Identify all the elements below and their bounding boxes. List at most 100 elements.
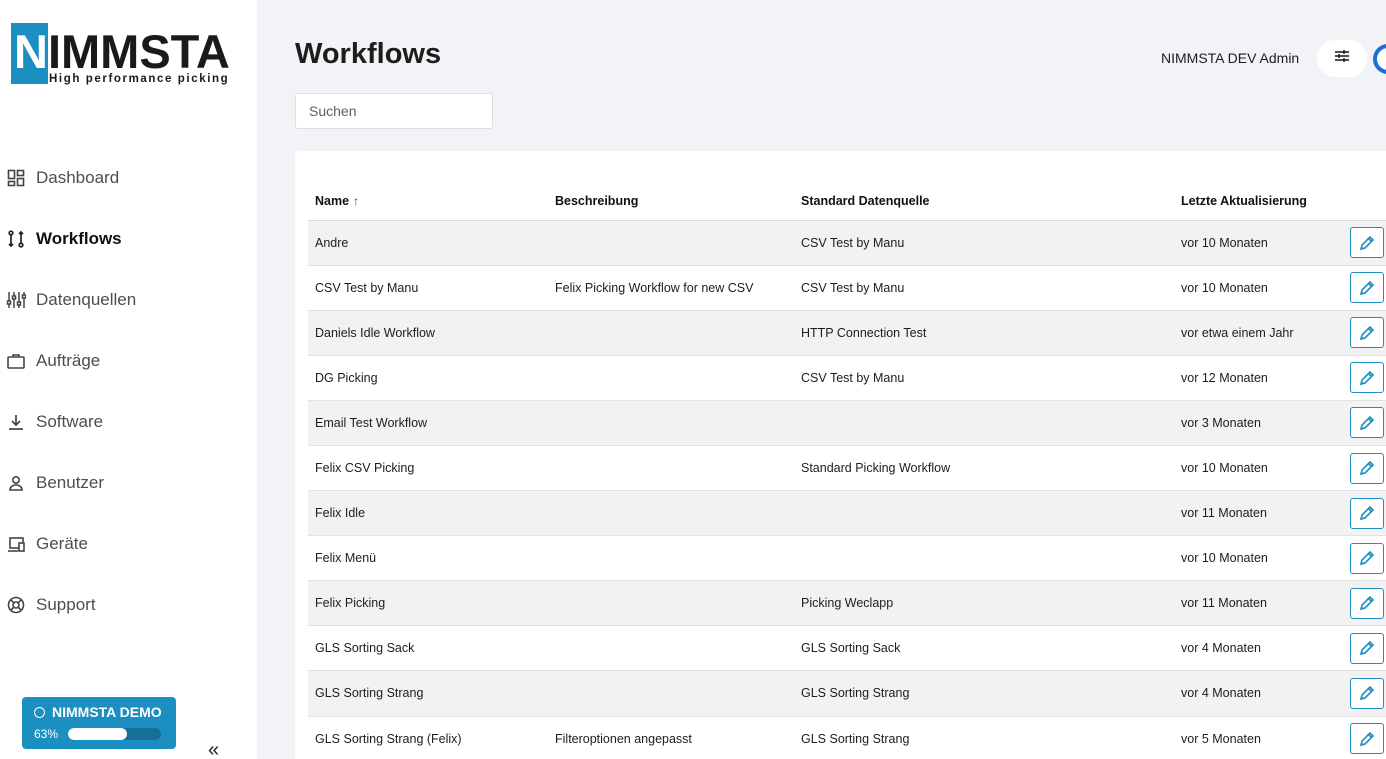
logo-wordmark: NIMMSTA [14, 25, 230, 78]
cell-updated: vor 11 Monaten [1174, 490, 1350, 537]
cell-name: Felix Picking [308, 580, 548, 627]
settings-button[interactable] [1317, 40, 1367, 77]
dashboard-icon [0, 168, 36, 188]
cell-actions [1350, 220, 1386, 266]
column-header-name-label: Name [315, 194, 350, 209]
cell-name: Felix CSV Picking [308, 445, 548, 492]
table-row[interactable]: GLS Sorting Strang (Felix) Filteroptionen… [308, 716, 1386, 759]
cell-actions [1350, 580, 1386, 627]
cell-description: Felix Picking Workflow for new CSV [548, 265, 794, 311]
sidebar-item-label: Aufträge [36, 351, 101, 370]
cell-updated: vor 12 Monaten [1174, 355, 1350, 401]
table-row[interactable]: Felix Picking Picking Weclapp vor 11 Monat… [308, 580, 1386, 627]
edit-button[interactable] [1350, 677, 1384, 709]
avatar[interactable] [1373, 44, 1386, 74]
pencil-icon [1358, 730, 1376, 748]
cell-source [794, 400, 1174, 446]
cell-updated: vor 10 Monaten [1174, 535, 1350, 582]
demo-environment-badge[interactable]: NIMMSTA DEMO 63% [22, 697, 176, 749]
table-row[interactable]: Andre CSV Test by Manu vor 10 Monaten [308, 220, 1386, 266]
column-header-name[interactable]: Name ↑ [308, 183, 548, 221]
cell-updated: vor 10 Monaten [1174, 220, 1350, 266]
briefcase-icon [0, 351, 36, 371]
search-input[interactable] [295, 93, 493, 129]
column-header-updated[interactable]: Letzte Aktualisierung [1174, 183, 1350, 221]
nimmsta-logo[interactable]: NIMMSTA High performance picking [11, 23, 237, 86]
pencil-icon [1358, 279, 1376, 297]
table-row[interactable]: CSV Test by Manu Felix Picking Workflow f… [308, 265, 1386, 311]
pencil-icon [1358, 594, 1376, 612]
sliders-icon [0, 290, 36, 310]
cell-actions [1350, 355, 1386, 401]
sidebar-item-software[interactable]: Software [0, 400, 257, 444]
cell-name: CSV Test by Manu [308, 265, 548, 311]
cell-source: GLS Sorting Strang [794, 716, 1174, 759]
cell-name: Felix Idle [308, 490, 548, 537]
demo-title-label: NIMMSTA DEMO [52, 704, 162, 720]
cell-name: Daniels Idle Workflow [308, 310, 548, 356]
table-row[interactable]: Daniels Idle Workflow HTTP Connection Tes… [308, 310, 1386, 356]
workflow-icon [0, 229, 36, 249]
edit-button[interactable] [1350, 542, 1384, 574]
collapse-sidebar-button[interactable]: « [208, 740, 219, 759]
cell-updated: vor 4 Monaten [1174, 670, 1350, 717]
user-icon [0, 473, 36, 493]
cell-description [548, 400, 794, 446]
settings-sliders-icon [1333, 47, 1351, 70]
user-name[interactable]: NIMMSTA DEV Admin [1161, 50, 1299, 66]
edit-button[interactable] [1350, 632, 1384, 664]
pencil-icon [1358, 459, 1376, 477]
sort-ascending-icon: ↑ [353, 194, 360, 209]
edit-button[interactable] [1350, 227, 1384, 259]
pencil-icon [1358, 369, 1376, 387]
table-row[interactable]: Email Test Workflow vor 3 Monaten [308, 400, 1386, 446]
sidebar-item-label: Datenquellen [36, 290, 137, 309]
cell-description: Filteroptionen angepasst [548, 716, 794, 759]
sidebar-item-benutzer[interactable]: Benutzer [0, 461, 257, 505]
logo-tagline: High performance picking [49, 73, 230, 85]
table-row[interactable]: DG Picking CSV Test by Manu vor 12 Monaten [308, 355, 1386, 401]
cell-source: GLS Sorting Strang [794, 670, 1174, 717]
sidebar-item-datenquellen[interactable]: Datenquellen [0, 278, 257, 322]
table-header-row: Name ↑ Beschreibung Standard Datenquelle … [308, 183, 1386, 221]
sidebar-item-label: Support [36, 595, 96, 614]
pencil-icon [1358, 684, 1376, 702]
table-row[interactable]: GLS Sorting Strang GLS Sorting Strang vor … [308, 670, 1386, 717]
cell-updated: vor 5 Monaten [1174, 716, 1350, 759]
cell-updated: vor 4 Monaten [1174, 625, 1350, 672]
edit-button[interactable] [1350, 723, 1384, 755]
sidebar-item-label: Geräte [36, 534, 88, 553]
cell-updated: vor etwa einem Jahr [1174, 310, 1350, 356]
edit-button[interactable] [1350, 272, 1384, 304]
cell-source: CSV Test by Manu [794, 265, 1174, 311]
table-row[interactable]: Felix Idle vor 11 Monaten [308, 490, 1386, 537]
cell-source: HTTP Connection Test [794, 310, 1174, 356]
edit-button[interactable] [1350, 452, 1384, 484]
table-row[interactable]: Felix Menü vor 10 Monaten [308, 535, 1386, 582]
edit-button[interactable] [1350, 317, 1384, 349]
demo-progress-fill [68, 728, 127, 740]
pencil-icon [1358, 549, 1376, 567]
demo-percent: 63% [34, 727, 59, 741]
cell-actions [1350, 625, 1386, 672]
edit-button[interactable] [1350, 587, 1384, 619]
edit-button[interactable] [1350, 362, 1384, 394]
cell-source [794, 535, 1174, 582]
sidebar-item-support[interactable]: Support [0, 583, 257, 627]
table-row[interactable]: GLS Sorting Sack GLS Sorting Sack vor 4 Mo… [308, 625, 1386, 672]
pencil-icon [1358, 414, 1376, 432]
sidebar: NIMMSTA High performance picking Dashboa… [0, 0, 257, 759]
edit-button[interactable] [1350, 497, 1384, 529]
cell-actions [1350, 400, 1386, 446]
edit-button[interactable] [1350, 407, 1384, 439]
cell-actions [1350, 445, 1386, 492]
column-header-description[interactable]: Beschreibung [548, 183, 794, 221]
sidebar-item-auftr-ge[interactable]: Aufträge [0, 339, 257, 383]
sidebar-item-workflows[interactable]: Workflows [0, 217, 257, 261]
sidebar-item-dashboard[interactable]: Dashboard [0, 156, 257, 200]
table-row[interactable]: Felix CSV Picking Standard Picking Workfl… [308, 445, 1386, 492]
column-header-source[interactable]: Standard Datenquelle [794, 183, 1174, 221]
cell-updated: vor 11 Monaten [1174, 580, 1350, 627]
sidebar-item-ger-te[interactable]: Geräte [0, 522, 257, 566]
cell-description [548, 220, 794, 266]
